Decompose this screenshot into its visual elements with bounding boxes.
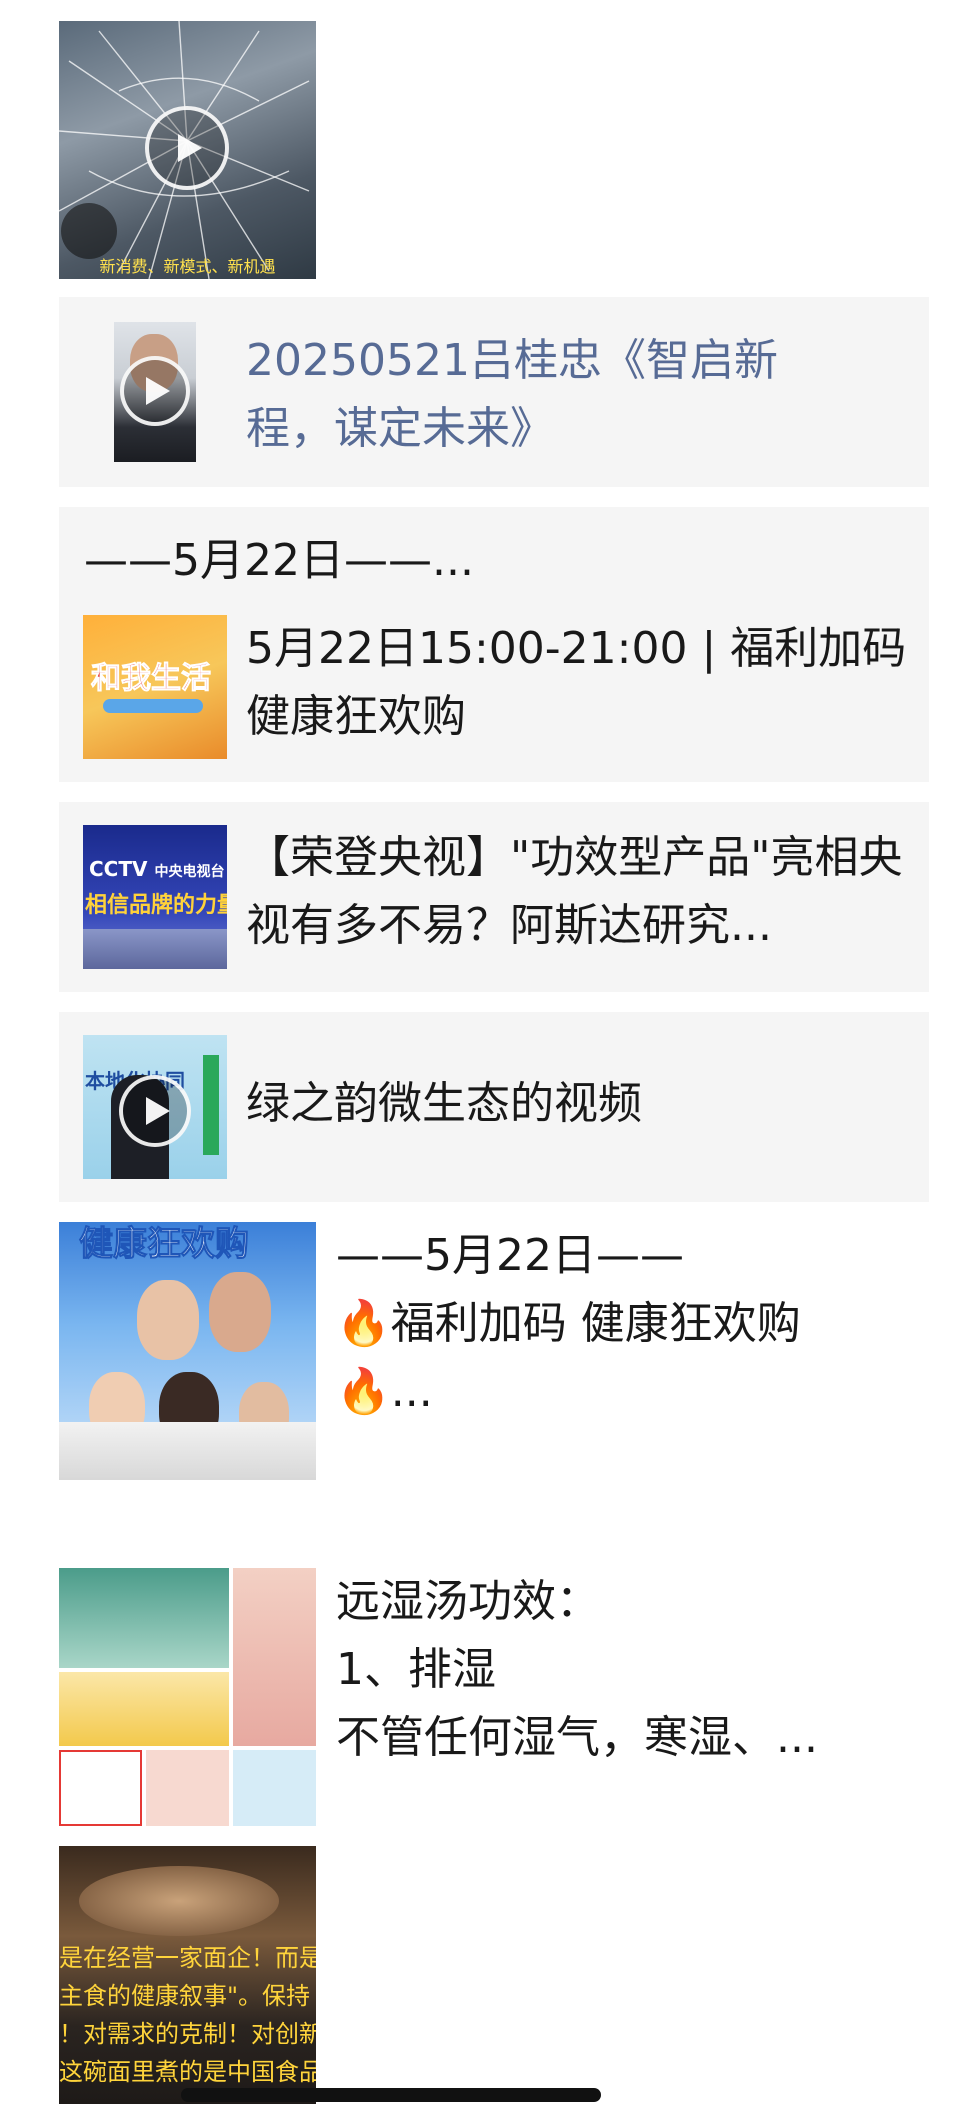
post-line-3: ... <box>390 1366 433 1417</box>
overlay-line-3: ！对需求的克制！对创新 <box>59 2020 316 2048</box>
article-title: 【荣登央视】"功效型产品"亮相央视有多不易？阿斯达研究... <box>246 832 903 951</box>
suits-row <box>59 1422 316 1480</box>
post-1[interactable]: 健康狂欢购 ——5月22日—— 🔥福利加码 健康狂欢购 🔥... <box>59 1222 929 1480</box>
post-line-1: 远湿汤功效： <box>336 1576 600 1627</box>
collage-box-1 <box>59 1750 142 1826</box>
post-thumbnail-2 <box>59 1568 316 1826</box>
thumb-logo-text: 和我生活 <box>91 661 212 697</box>
video-thumbnail-3: 本地化协同 <box>83 1035 227 1179</box>
thumb-slogan: 相信品牌的力量 <box>85 893 227 918</box>
collage-side <box>233 1568 316 1746</box>
fire-icon: 🔥 <box>336 1366 391 1417</box>
post-thumbnail-3[interactable]: 是在经营一家面企！而是 主食的健康叙事"。保持 ！对需求的克制！对创新 这碗面里… <box>59 1846 316 2104</box>
building-silhouette <box>83 929 227 969</box>
fire-icon: 🔥 <box>336 1298 391 1349</box>
video-card-2[interactable]: 20250521吕桂忠《智启新程，谋定未来》 <box>59 297 929 487</box>
post-2[interactable]: 远湿汤功效： 1、排湿 不管任何湿气，寒湿、... <box>59 1568 929 1826</box>
video-thumbnail-1[interactable]: 新消费、新模式、新机遇 <box>59 21 316 279</box>
thumb-decor <box>103 699 203 713</box>
video-card-3[interactable]: 本地化协同 绿之韵微生态的视频 <box>59 1012 929 1202</box>
video-thumbnail-2 <box>114 322 196 462</box>
overlay-line-4: 这碗面里煮的是中国食品 <box>59 2058 316 2086</box>
article-card-2[interactable]: CCTV 中央电视台 相信品牌的力量 【荣登央视】"功效型产品"亮相央视有多不易… <box>59 802 929 992</box>
collage-drink <box>59 1672 229 1746</box>
cctv-logo: CCTV <box>89 857 148 881</box>
video-title: 绿之韵微生态的视频 <box>246 1078 642 1129</box>
article-thumbnail-2: CCTV 中央电视台 相信品牌的力量 <box>83 825 227 969</box>
article-thumbnail-1[interactable]: 和我生活 <box>83 615 227 759</box>
overlay-line-1: 是在经营一家面企！而是 <box>59 1944 316 1972</box>
overlay-line-2: 主食的健康叙事"。保持 <box>59 1982 311 2010</box>
food-image <box>79 1866 279 1936</box>
portrait-1 <box>137 1280 199 1360</box>
post-thumbnail-1: 健康狂欢购 <box>59 1222 316 1480</box>
portrait-2 <box>209 1272 271 1352</box>
article-group-card: ——5月22日——... 和我生活 5月22日15:00-21:00 | 福利加… <box>59 507 929 782</box>
collage-box-3 <box>233 1750 316 1826</box>
collage-rain <box>59 1568 229 1668</box>
home-indicator[interactable] <box>181 2088 601 2102</box>
play-icon <box>120 356 190 426</box>
collage-box-2 <box>146 1750 229 1826</box>
video-caption: 新消费、新模式、新机遇 <box>99 257 276 276</box>
article-title[interactable]: 5月22日15:00-21:00 | 福利加码 健康狂欢购 <box>246 615 916 751</box>
post-line-1: ——5月22日—— <box>336 1230 684 1281</box>
post-line-2: 1、排湿 <box>336 1644 496 1695</box>
thumb-banner: 健康狂欢购 <box>79 1224 250 1265</box>
post-line-3: 不管任何湿气，寒湿、... <box>336 1712 818 1763</box>
side-banner <box>203 1055 219 1155</box>
play-icon <box>119 1075 191 1147</box>
cctv-channel: 中央电视台 <box>154 864 225 880</box>
group-header: ——5月22日——... <box>84 535 474 586</box>
video-title: 20250521吕桂忠《智启新程，谋定未来》 <box>246 335 778 454</box>
post-line-2: 福利加码 健康狂欢购 <box>390 1298 801 1349</box>
play-icon[interactable] <box>145 106 229 190</box>
